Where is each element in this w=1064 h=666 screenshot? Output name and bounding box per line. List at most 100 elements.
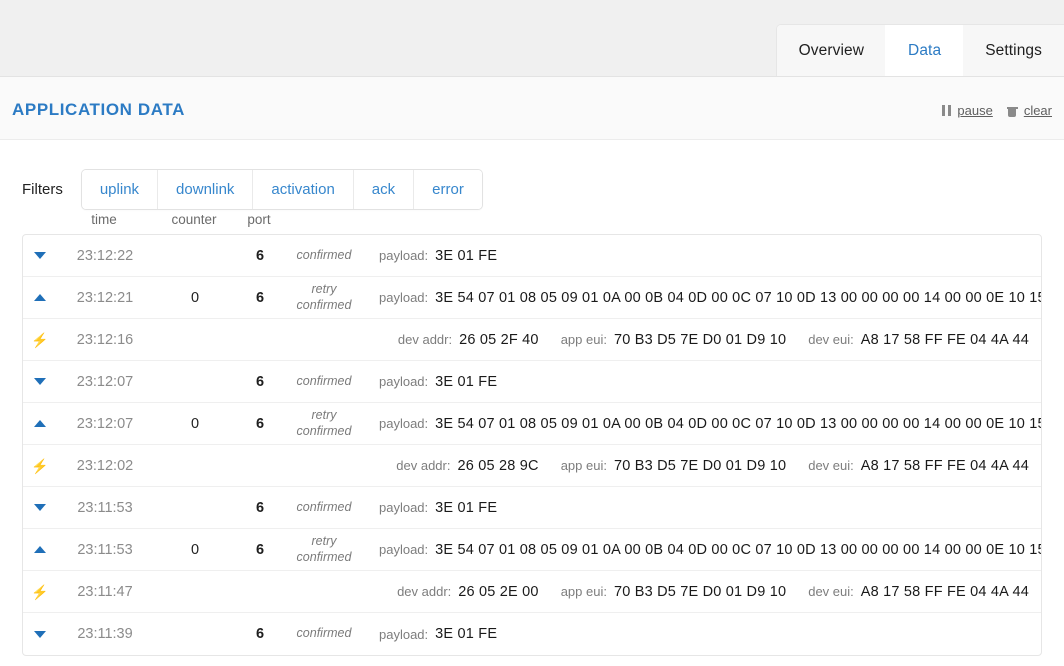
table-column-headers: time counter port: [22, 212, 1042, 234]
cell-flags: retry confirmed: [283, 534, 365, 565]
filters-bar: Filters uplink downlink activation ack error: [0, 140, 1064, 212]
label-app-eui: app eui:: [560, 332, 607, 347]
filter-button-activation[interactable]: activation: [253, 169, 354, 209]
bolt-icon: ⚡: [31, 331, 49, 348]
cell-counter: 0: [190, 289, 200, 306]
flag-retry: retry: [311, 281, 337, 296]
label-dev-eui: dev eui:: [808, 584, 854, 599]
tab-label: Overview: [798, 41, 865, 59]
label-payload: payload:: [379, 500, 429, 515]
cell-time: 23:12:02: [76, 457, 134, 474]
cell-flags: retry confirmed: [283, 408, 365, 439]
value-payload: 3E 54 07 01 08 05 09 01 0A 00 0B 04 0D 0…: [435, 541, 1041, 558]
cell-time: 23:11:53: [77, 541, 133, 558]
filter-button-downlink[interactable]: downlink: [158, 169, 254, 209]
row-type-cell[interactable]: [23, 420, 57, 427]
label-payload: payload:: [379, 416, 429, 431]
table-row[interactable]: 23:11:39 6 confirmed payload: 3E 01 FE: [23, 613, 1041, 655]
cell-flags: confirmed: [296, 499, 352, 514]
cell-port: 6: [255, 541, 265, 558]
filter-button-error[interactable]: error: [414, 169, 482, 209]
cell-time: 23:12:16: [76, 331, 134, 348]
cell-time: 23:11:53: [77, 499, 133, 516]
cell-time: 23:12:22: [76, 247, 134, 264]
tab-settings[interactable]: Settings: [963, 25, 1064, 76]
label-dev-addr: dev addr:: [397, 584, 452, 599]
value-dev-addr: 26 05 28 9C: [457, 457, 539, 474]
label-dev-addr-pair: dev addr: 26 05 28 9C: [396, 458, 538, 474]
row-type-cell[interactable]: [23, 252, 57, 259]
row-type-cell[interactable]: ⚡: [23, 333, 57, 347]
cell-port: 6: [255, 626, 265, 642]
data-table: 23:12:22 6 confirmed payload: 3E 01 FE 23:12:…: [22, 234, 1042, 656]
column-header-time: time: [91, 212, 117, 227]
cell-payload: payload: 3E 01 FE: [365, 248, 1041, 264]
row-type-cell[interactable]: [23, 378, 57, 385]
table-row[interactable]: ⚡ 23:12:02 dev addr: 26 05 28 9C app eui: 70 …: [23, 445, 1041, 487]
value-app-eui: 70 B3 D5 7E D0 01 D9 10: [613, 457, 787, 474]
value-payload: 3E 54 07 01 08 05 09 01 0A 00 0B 04 0D 0…: [435, 415, 1041, 432]
cell-flags: retry confirmed: [283, 282, 365, 313]
value-payload: 3E 01 FE: [435, 499, 498, 516]
row-type-cell[interactable]: [23, 294, 57, 301]
cell-flags: confirmed: [296, 626, 352, 641]
cell-port: 6: [255, 373, 265, 390]
label-payload: payload:: [379, 248, 429, 263]
value-payload: 3E 01 FE: [435, 247, 498, 264]
cell-activation-details: dev addr: 26 05 28 9C app eui: 70 B3 D5 7E …: [365, 458, 1041, 474]
cell-time: 23:12:07: [76, 415, 134, 432]
filter-button-ack[interactable]: ack: [353, 169, 415, 209]
row-type-cell[interactable]: [23, 504, 57, 511]
triangle-up-icon: [34, 546, 46, 553]
cell-port: 6: [255, 415, 265, 432]
label-dev-addr-pair: dev addr: 26 05 2F 40: [398, 332, 539, 348]
triangle-up-icon: [34, 294, 46, 301]
value-app-eui: 70 B3 D5 7E D0 01 D9 10: [613, 583, 787, 600]
label-app-eui-pair: app eui: 70 B3 D5 7E D0 01 D9 10: [561, 584, 787, 600]
bolt-icon: ⚡: [31, 583, 49, 600]
filters-label: Filters: [22, 180, 63, 198]
cell-counter: 0: [190, 541, 200, 558]
table-row[interactable]: 23:12:07 6 confirmed payload: 3E 01 FE: [23, 361, 1041, 403]
table-row[interactable]: 23:11:53 6 confirmed payload: 3E 01 FE: [23, 487, 1041, 529]
table-row[interactable]: 23:11:53 0 6 retry confirmed payload: 3E 54 07…: [23, 529, 1041, 571]
table-row[interactable]: 23:12:07 0 6 retry confirmed payload: 3E 54 07…: [23, 403, 1041, 445]
flag-retry: retry: [311, 407, 337, 422]
cell-time: 23:12:07: [76, 373, 134, 390]
table-row[interactable]: ⚡ 23:11:47 dev addr: 26 05 2E 00 app eui: 70 …: [23, 571, 1041, 613]
row-type-cell[interactable]: [23, 630, 57, 638]
table-row[interactable]: 23:12:22 6 confirmed payload: 3E 01 FE: [23, 235, 1041, 277]
value-dev-addr: 26 05 2E 00: [458, 583, 539, 600]
value-dev-eui: A8 17 58 FF FE 04 4A 44: [860, 331, 1029, 348]
cell-payload: payload: 3E 54 07 01 08 05 09 01 0A 00 0B…: [365, 290, 1041, 306]
row-type-cell[interactable]: ⚡: [23, 459, 57, 473]
value-dev-addr: 26 05 2F 40: [459, 331, 539, 348]
flag-retry: retry: [311, 533, 337, 548]
tab-overview[interactable]: Overview: [776, 25, 887, 76]
tab-data[interactable]: Data: [886, 25, 964, 76]
table-row[interactable]: 23:12:21 0 6 retry confirmed payload: 3E 54 07…: [23, 277, 1041, 319]
label-dev-eui-pair: dev eui: A8 17 58 FF FE 04 4A 44: [808, 332, 1029, 348]
clear-button[interactable]: clear: [1006, 103, 1052, 118]
label-app-eui: app eui:: [560, 584, 607, 599]
cell-payload: payload: 3E 54 07 01 08 05 09 01 0A 00 0B…: [365, 416, 1041, 432]
table-row[interactable]: ⚡ 23:12:16 dev addr: 26 05 2F 40 app eui: 70 …: [23, 319, 1041, 361]
filter-button-group: uplink downlink activation ack error: [80, 168, 483, 210]
label-payload: payload:: [379, 542, 429, 557]
row-type-cell[interactable]: ⚡: [23, 585, 57, 599]
cell-flags: confirmed: [296, 247, 352, 262]
label-app-eui: app eui:: [560, 458, 607, 473]
cell-port: 6: [255, 289, 265, 306]
pause-icon: [942, 105, 952, 116]
flag-confirmed: confirmed: [296, 549, 352, 564]
filter-button-uplink[interactable]: uplink: [81, 169, 159, 209]
pause-button[interactable]: pause: [942, 103, 993, 118]
row-type-cell[interactable]: [23, 546, 57, 553]
label-payload: payload:: [379, 290, 429, 305]
trash-icon: [1006, 105, 1018, 117]
column-header-port: port: [247, 212, 271, 227]
label-dev-eui-pair: dev eui: A8 17 58 FF FE 04 4A 44: [808, 458, 1029, 474]
cell-payload: payload: 3E 01 FE: [365, 626, 1041, 642]
label-dev-eui: dev eui:: [808, 332, 854, 347]
cell-port: 6: [255, 247, 265, 264]
